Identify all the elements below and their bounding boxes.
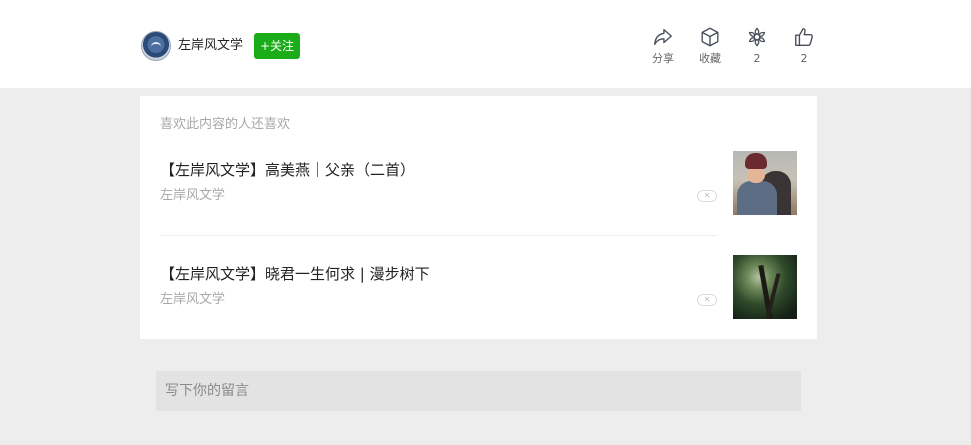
account-avatar[interactable] bbox=[141, 31, 171, 61]
wow-flower-icon bbox=[748, 27, 766, 47]
thumbs-up-icon bbox=[795, 28, 813, 46]
recommendation-item[interactable]: 【左岸风文学】晓君一生何求 | 漫步树下 左岸风文学 ✕ bbox=[140, 236, 817, 340]
article-thumbnail[interactable] bbox=[733, 255, 797, 319]
like-count: 2 bbox=[800, 52, 808, 65]
thumb-figure-child-face bbox=[747, 167, 765, 183]
recommendation-card: 喜欢此内容的人还喜欢 【左岸风文学】高美燕｜父亲（二首） 左岸风文学 ✕ 【左岸… bbox=[140, 96, 817, 339]
comment-input[interactable]: 写下你的留言 bbox=[156, 371, 801, 411]
recommendation-heading: 喜欢此内容的人还喜欢 bbox=[160, 117, 291, 132]
thumb-figure-child-body bbox=[737, 181, 777, 215]
comment-placeholder: 写下你的留言 bbox=[165, 383, 249, 399]
thumb-figure-child-hat bbox=[745, 153, 767, 169]
recommendation-title[interactable]: 【左岸风文学】晓君一生何求 | 漫步树下 bbox=[160, 264, 430, 284]
dislike-button[interactable]: ✕ bbox=[697, 190, 717, 202]
recommendation-source: 左岸风文学 bbox=[160, 188, 226, 203]
wow-count: 2 bbox=[753, 52, 761, 65]
wow-button[interactable]: 2 bbox=[737, 26, 777, 66]
dislike-button[interactable]: ✕ bbox=[697, 294, 717, 306]
favorite-box-icon bbox=[701, 27, 719, 47]
share-button[interactable]: 分享 bbox=[643, 26, 683, 66]
account-name[interactable]: 左岸风文学 bbox=[178, 38, 243, 54]
share-icon bbox=[654, 28, 672, 46]
favorite-label: 收藏 bbox=[699, 52, 721, 65]
like-button[interactable]: 2 bbox=[784, 26, 824, 66]
article-toolbar: 左岸风文学 +关注 分享 收藏 2 2 bbox=[0, 0, 971, 88]
recommendation-item[interactable]: 【左岸风文学】高美燕｜父亲（二首） 左岸风文学 ✕ bbox=[140, 132, 817, 236]
article-thumbnail[interactable] bbox=[733, 151, 797, 215]
favorite-button[interactable]: 收藏 bbox=[690, 26, 730, 66]
recommendation-source: 左岸风文学 bbox=[160, 292, 226, 307]
follow-button[interactable]: +关注 bbox=[254, 33, 300, 59]
share-label: 分享 bbox=[652, 52, 674, 65]
recommendation-title[interactable]: 【左岸风文学】高美燕｜父亲（二首） bbox=[160, 160, 415, 180]
